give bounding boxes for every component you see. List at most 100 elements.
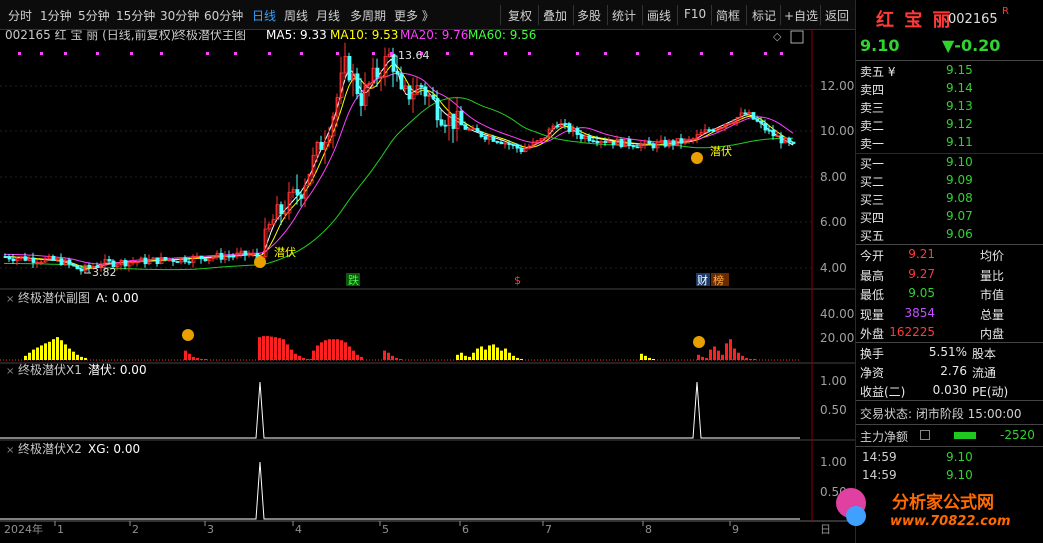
ma5-value: MA5: 9.33 — [266, 30, 327, 42]
sub1-bar — [32, 349, 35, 360]
main-flow-menu-icon[interactable] — [920, 430, 930, 440]
sub1-bar — [395, 357, 398, 360]
order-price[interactable]: 9.12 — [946, 117, 973, 131]
sub1-bar — [184, 350, 187, 360]
tool-draw-button[interactable]: 画线 — [647, 7, 671, 24]
main-flow-value: -2520 — [1000, 428, 1035, 442]
main-indicator-name[interactable]: 终极潜伏主图 — [174, 30, 246, 42]
signal-dot — [700, 52, 703, 55]
tool-add-watchlist-button[interactable]: +自选 — [784, 7, 818, 24]
sub3-close-icon[interactable]: × — [6, 445, 14, 456]
quote-panel: 红 宝 丽 002165 R 9.10 ▼-0.20 卖五 ¥ 9.15 卖四 9.1… — [836, 0, 1043, 543]
order-price[interactable]: 9.08 — [946, 191, 973, 205]
period-tab-weekly[interactable]: 周线 — [284, 7, 308, 24]
order-price[interactable]: 9.13 — [946, 99, 973, 113]
signal-dot — [390, 52, 393, 55]
sub1-bar — [456, 354, 459, 360]
tool-overlay-button[interactable]: 叠加 — [543, 7, 567, 24]
period-tab-30min[interactable]: 30分钟 — [160, 7, 199, 24]
stock-name: 红 宝 丽 — [876, 10, 953, 31]
order-price[interactable]: 9.14 — [946, 81, 973, 95]
period-tab-5min[interactable]: 5分钟 — [78, 7, 110, 24]
sub1-bar — [484, 349, 487, 360]
candle-body — [759, 120, 764, 124]
candle-body — [143, 257, 148, 265]
sub1-bar — [56, 337, 59, 360]
main-flow-label[interactable]: 主力净额 — [860, 428, 908, 445]
sub2-title[interactable]: 终极潜伏X1 — [18, 362, 82, 377]
signal-line — [0, 461, 800, 520]
sub3-tick-1: 1.00 — [820, 455, 847, 469]
chart-area[interactable]: 12.00 10.00 8.00 6.00 4.00 40.00 20.00 1… — [0, 30, 855, 543]
fund-label: 换手 — [860, 347, 885, 361]
stat-label: 外盘 — [860, 327, 885, 341]
sub3-title[interactable]: 终极潜伏X2 — [18, 441, 82, 456]
period-tab-fenshi[interactable]: 分时 — [8, 7, 32, 24]
period-tab-60min[interactable]: 60分钟 — [204, 7, 243, 24]
order-price[interactable]: 9.15 — [946, 63, 973, 77]
tool-simple-frame-button[interactable]: 简框 — [716, 7, 740, 24]
sub1-bar — [192, 356, 195, 360]
money-bag-icon — [182, 329, 194, 341]
signal-dot — [780, 52, 783, 55]
signal-dot — [96, 52, 99, 55]
tool-back-button[interactable]: 返回 — [825, 7, 849, 24]
y-tick-10: 10.00 — [820, 124, 854, 138]
candle-body — [635, 146, 640, 149]
month-label: 9 — [732, 523, 739, 536]
fund-value: 5.51% — [928, 345, 967, 359]
order-price[interactable]: 9.09 — [946, 173, 973, 187]
high-price-label: 13.64 — [398, 49, 430, 62]
period-toolbar: 分时 1分钟 5分钟 15分钟 30分钟 60分钟 日线 周线 月线 多周期 更… — [0, 0, 855, 30]
candle-body — [671, 140, 676, 146]
candle-body — [299, 194, 304, 199]
order-label: 买四 — [860, 211, 885, 225]
tool-fuquan-button[interactable]: 复权 — [508, 7, 532, 24]
ma20-value: MA20: 9.76 — [400, 30, 468, 42]
period-tab-daily[interactable]: 日线 — [252, 7, 276, 24]
event-label-dollar[interactable]: $ — [514, 274, 521, 287]
period-tab-more[interactable]: 更多 》 — [394, 7, 434, 24]
period-tab-15min[interactable]: 15分钟 — [116, 7, 155, 24]
candle-body — [395, 70, 400, 75]
tick-time: 14:59 — [862, 468, 897, 482]
tool-multi-stock-button[interactable]: 多股 — [577, 7, 601, 24]
tool-mark-button[interactable]: 标记 — [752, 7, 776, 24]
order-price[interactable]: 9.07 — [946, 209, 973, 223]
candle-body — [711, 129, 716, 132]
candle-body — [451, 113, 456, 129]
order-price[interactable]: 9.06 — [946, 227, 973, 241]
sub1-bar — [68, 348, 71, 360]
tool-stats-button[interactable]: 统计 — [612, 7, 636, 24]
signal-dot — [604, 52, 607, 55]
candle-body — [519, 147, 524, 153]
period-tab-multi[interactable]: 多周期 — [350, 7, 386, 24]
order-price[interactable]: 9.11 — [946, 135, 973, 149]
signal-dot — [636, 52, 639, 55]
x-axis-right-label: 日 — [820, 523, 831, 536]
sub1-bar — [76, 354, 79, 360]
month-label: 1 — [57, 523, 64, 536]
sub1-close-icon[interactable]: × — [6, 294, 14, 305]
candle-body — [71, 263, 76, 266]
period-tab-1min[interactable]: 1分钟 — [40, 7, 72, 24]
order-price[interactable]: 9.10 — [946, 155, 973, 169]
candle-body — [651, 143, 656, 149]
sub2-close-icon[interactable]: × — [6, 366, 14, 377]
signal-dot — [470, 52, 473, 55]
sub1-bar — [84, 357, 87, 360]
kline-chart-svg[interactable]: 12.00 10.00 8.00 6.00 4.00 40.00 20.00 1… — [0, 30, 855, 543]
sub1-bar — [383, 350, 386, 360]
diamond-icon[interactable]: ◇ — [773, 30, 782, 43]
candle-body — [391, 53, 396, 72]
sub1-title[interactable]: 终极潜伏副图 — [18, 290, 90, 305]
sub1-bar — [504, 348, 507, 360]
period-tab-monthly[interactable]: 月线 — [316, 7, 340, 24]
sub1-bar — [701, 356, 704, 360]
window-toggle-icon[interactable] — [790, 30, 804, 44]
tool-f10-button[interactable]: F10 — [684, 7, 706, 21]
watermark-url: www.70822.com — [890, 514, 1011, 529]
candle-body — [419, 85, 424, 88]
fund-value: 2.76 — [940, 364, 967, 378]
candle-body — [563, 123, 568, 125]
